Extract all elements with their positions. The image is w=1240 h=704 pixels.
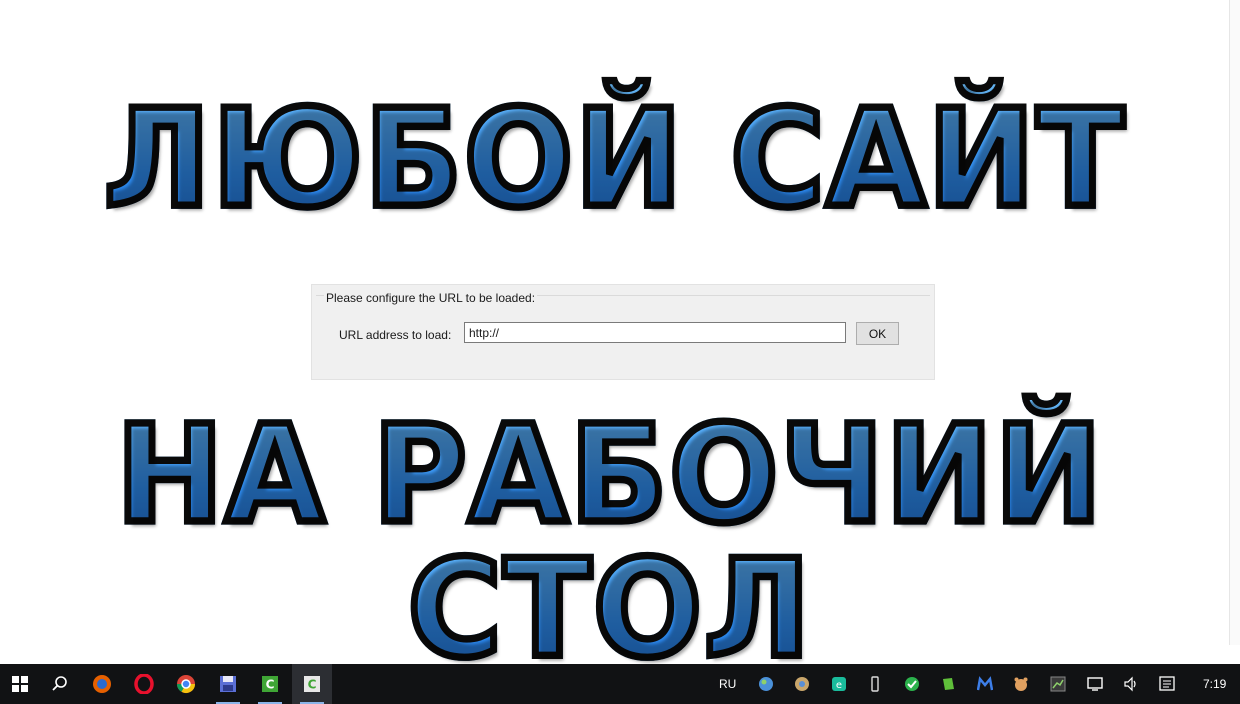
svg-text:C: C <box>308 678 317 692</box>
volume-icon[interactable] <box>1123 676 1139 692</box>
malwarebytes-icon[interactable] <box>977 676 993 692</box>
taskbar: C C RU e 7:19 <box>0 664 1240 704</box>
clock-time[interactable]: 7:19 <box>1203 677 1226 691</box>
app-c-icon[interactable]: C <box>250 664 290 704</box>
svg-text:C: C <box>266 678 275 692</box>
start-windows-icon[interactable] <box>0 664 40 704</box>
save-disk-icon[interactable] <box>208 664 248 704</box>
firefox-icon[interactable] <box>82 664 122 704</box>
display-icon[interactable] <box>1087 676 1103 692</box>
ok-button[interactable]: OK <box>856 322 899 345</box>
url-config-dialog: Please configure the URL to be loaded: U… <box>311 284 935 380</box>
url-label: URL address to load: <box>339 328 452 342</box>
app-tray-icon[interactable]: e <box>831 676 847 692</box>
language-indicator[interactable]: RU <box>719 677 736 691</box>
globe-icon[interactable] <box>758 676 774 692</box>
svg-text:e: e <box>836 680 842 691</box>
chart-app-icon[interactable] <box>1050 676 1066 692</box>
url-input[interactable] <box>464 322 846 343</box>
group-title: Please configure the URL to be loaded: <box>324 291 538 305</box>
evernote-icon[interactable] <box>940 676 956 692</box>
opera-icon[interactable] <box>124 664 164 704</box>
network-ball-icon[interactable] <box>794 676 810 692</box>
chrome-icon[interactable] <box>166 664 206 704</box>
usb-icon[interactable] <box>867 676 883 692</box>
app-c-active-icon[interactable]: C <box>292 664 332 704</box>
headline-line-1: ЛЮБОЙ САЙТ <box>100 81 1127 238</box>
bear-app-icon[interactable] <box>1013 676 1029 692</box>
headline-line-2: НА РАБОЧИЙ СТОЛ <box>113 397 1106 688</box>
search-icon[interactable] <box>40 664 80 704</box>
notifications-icon[interactable] <box>1159 676 1175 692</box>
green-app-icon[interactable] <box>904 676 920 692</box>
